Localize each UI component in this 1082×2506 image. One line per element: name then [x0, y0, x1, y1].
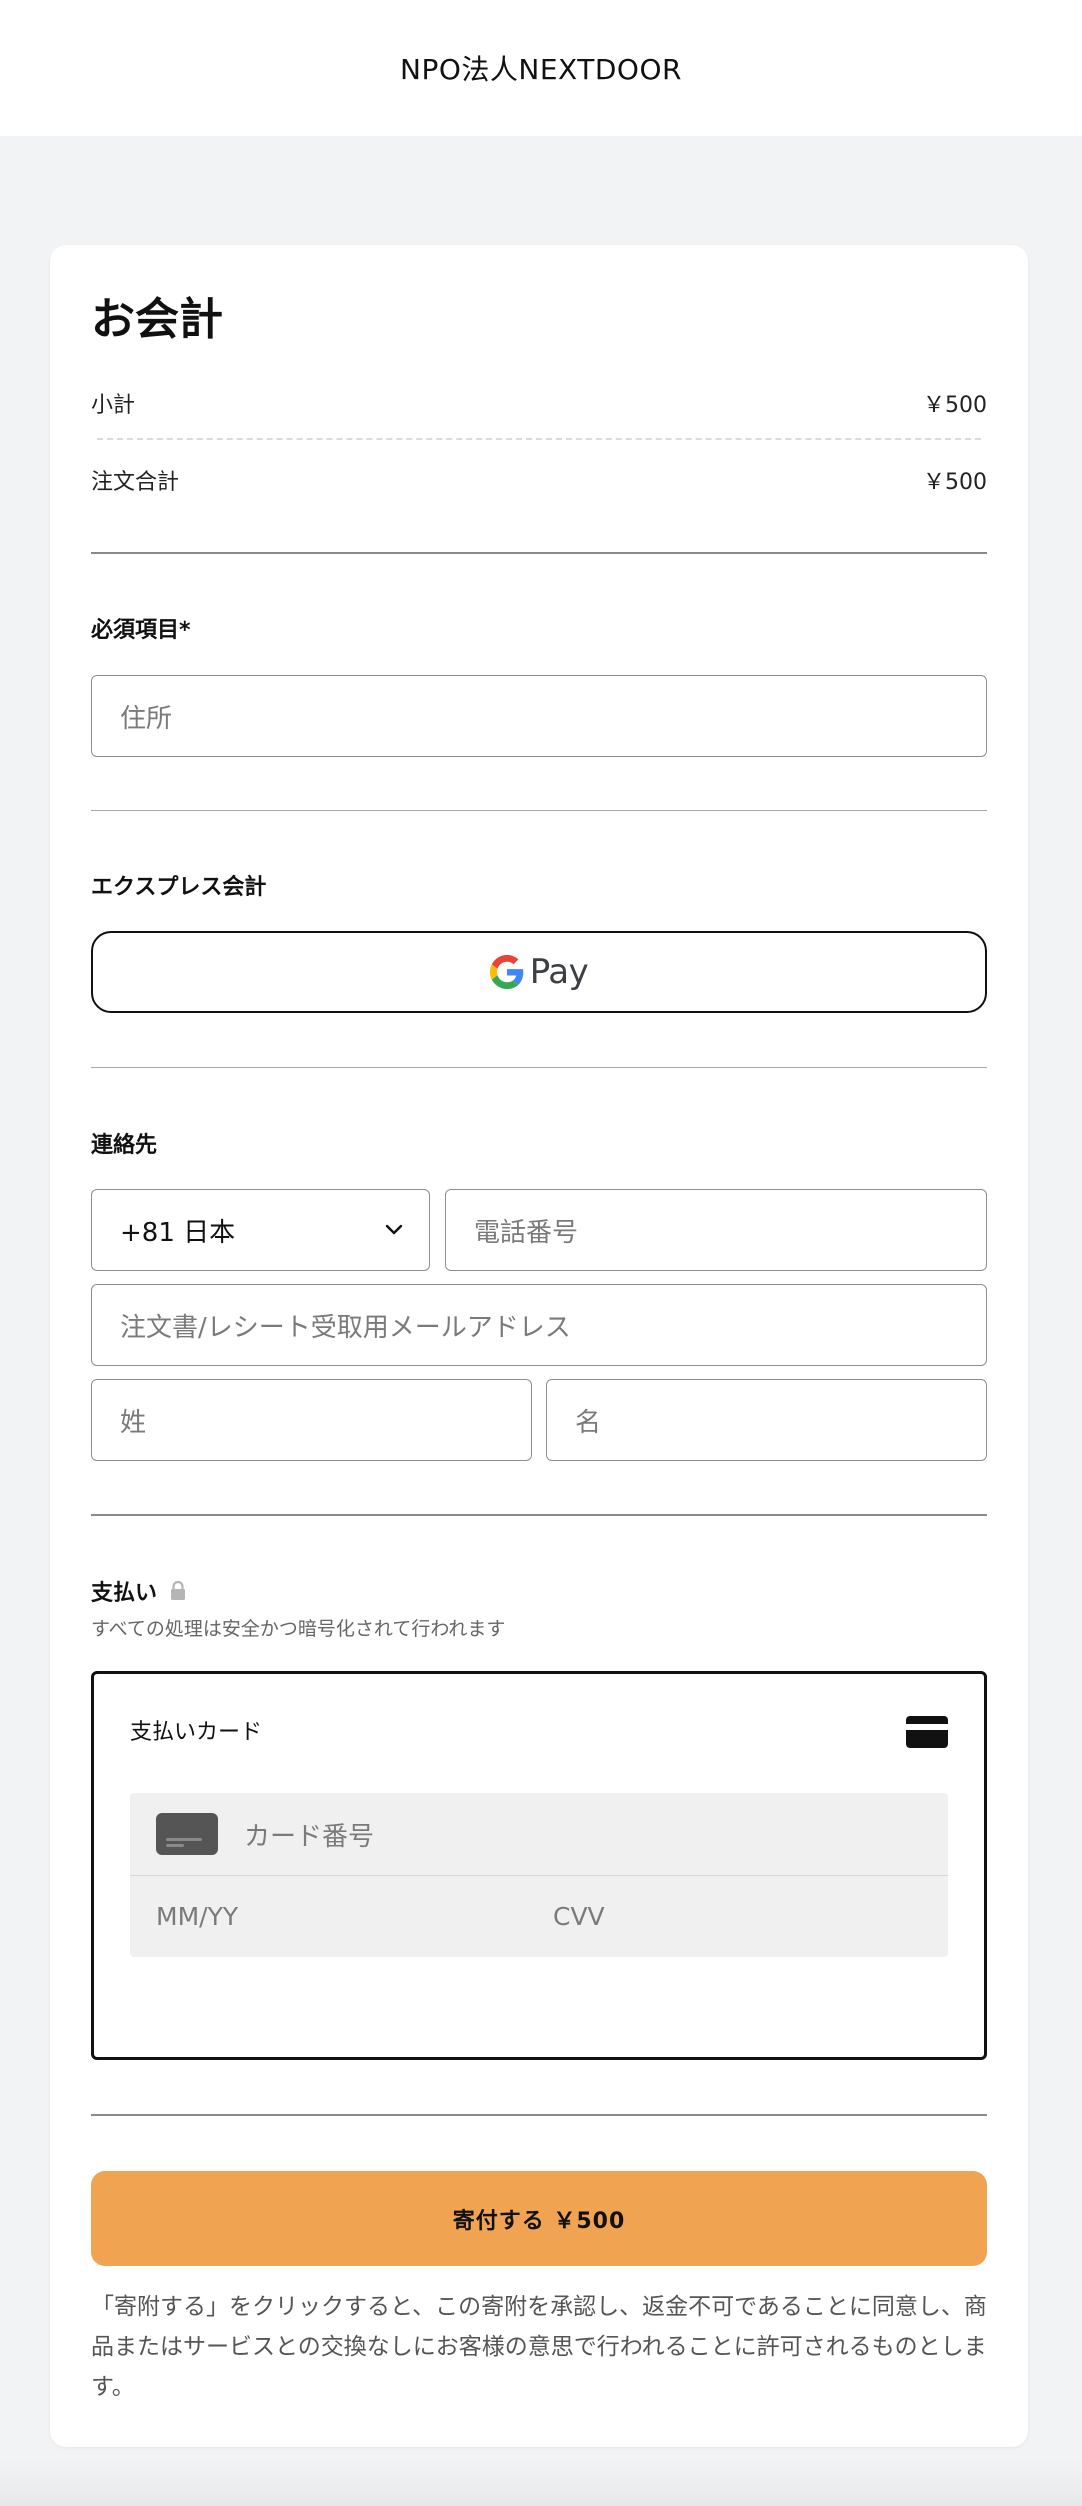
subtotal-value: ￥500 [923, 393, 987, 418]
top-header: NPO法人NEXTDOOR [0, 0, 1082, 136]
express-section-label: エクスプレス会計 [91, 875, 267, 900]
first-name-input[interactable]: 名 [546, 1379, 987, 1461]
payment-heading: 支払い [91, 1575, 987, 1607]
card-number-input[interactable]: カード番号 [130, 1793, 948, 1875]
section-divider [91, 1067, 987, 1068]
section-divider [91, 1514, 987, 1516]
checkout-card: お会計 小計 ￥500 注文合計 ￥500 必須項目* 住所 エクスプレス会計 … [50, 245, 1028, 2447]
google-pay-button[interactable]: Pay [91, 931, 987, 1013]
expiry-input[interactable]: MM/YY [130, 1876, 527, 1957]
payment-section-label: 支払い [91, 1581, 158, 1606]
section-divider [91, 2114, 987, 2116]
last-name-input[interactable]: 姓 [91, 1379, 532, 1461]
section-divider [91, 552, 987, 554]
card-placeholder-icon [156, 1813, 218, 1855]
donate-button[interactable]: 寄付する ￥500 [91, 2171, 987, 2266]
donate-button-label: 寄付する ￥500 [452, 2208, 626, 2234]
address-placeholder: 住所 [120, 703, 173, 734]
consent-disclaimer: 「寄附する」をクリックすると、この寄附を承認し、返金不可であることに同意し、商品… [91, 2294, 987, 2400]
country-code-select[interactable]: +81 日本 [91, 1189, 430, 1271]
cvv-placeholder: CVV [553, 1902, 605, 1931]
google-pay-label: Pay [529, 952, 589, 992]
payment-card-box[interactable]: 支払いカード カード番号 MM/YY CVV [91, 1671, 987, 2060]
first-name-placeholder: 名 [575, 1407, 602, 1438]
google-g-icon [489, 955, 524, 989]
secure-note: すべての処理は安全かつ暗号化されて行われます [91, 1618, 506, 1640]
email-input[interactable]: 注文書/レシート受取用メールアドレス [91, 1284, 987, 1366]
total-row: 注文合計 ￥500 [91, 462, 987, 498]
subtotal-row: 小計 ￥500 [91, 385, 987, 421]
summary-dashed-divider [97, 438, 981, 440]
page-bottom-shade [0, 2460, 1082, 2506]
country-code-value: +81 日本 [120, 1217, 236, 1248]
expiry-placeholder: MM/YY [156, 1902, 239, 1931]
total-value: ￥500 [923, 470, 987, 495]
contact-section-label: 連絡先 [91, 1133, 158, 1158]
total-label: 注文合計 [91, 470, 180, 495]
required-section-label: 必須項目* [91, 618, 191, 643]
phone-input[interactable]: 電話番号 [445, 1189, 987, 1271]
lock-icon [171, 1581, 186, 1600]
email-placeholder: 注文書/レシート受取用メールアドレス [120, 1312, 571, 1343]
cvv-input[interactable]: CVV [527, 1876, 948, 1957]
last-name-placeholder: 姓 [120, 1407, 147, 1438]
card-number-placeholder: カード番号 [244, 1821, 375, 1852]
section-divider [91, 810, 987, 811]
brand-title: NPO法人NEXTDOOR [400, 53, 682, 86]
phone-placeholder: 電話番号 [474, 1217, 579, 1248]
address-input[interactable]: 住所 [91, 675, 987, 757]
payment-method-label: 支払いカード [130, 1720, 263, 1745]
chevron-down-icon [385, 1224, 403, 1235]
credit-card-icon [906, 1716, 948, 1748]
subtotal-label: 小計 [91, 393, 136, 418]
card-fields-group: カード番号 MM/YY CVV [130, 1793, 948, 1957]
checkout-title: お会計 [91, 294, 223, 345]
